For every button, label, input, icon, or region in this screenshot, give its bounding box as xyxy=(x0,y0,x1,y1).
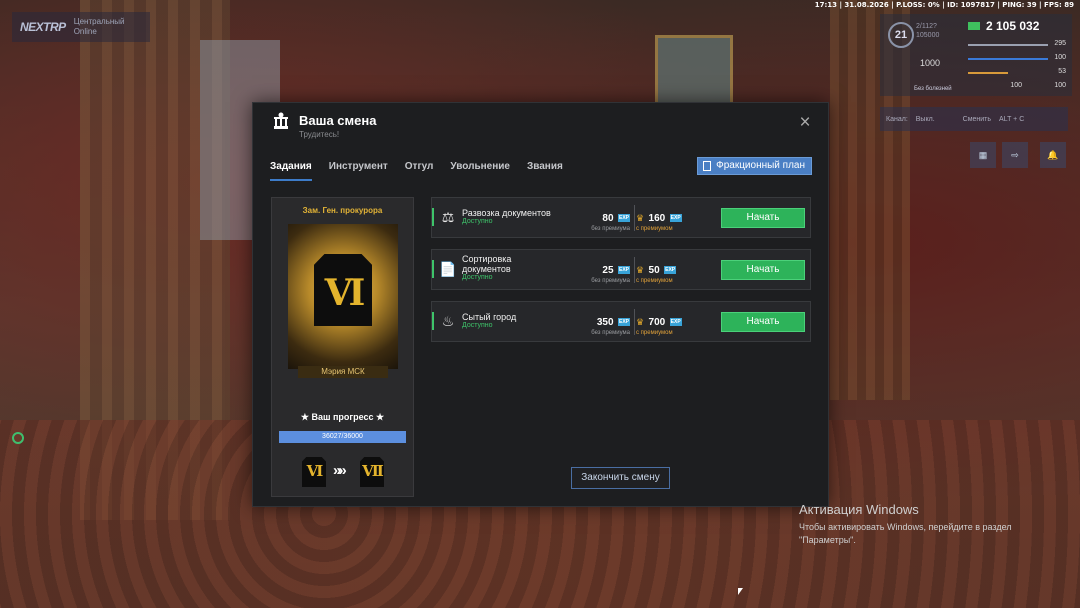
exp-premium: ♛ 50 EXP с премиумом xyxy=(636,265,677,284)
health-label: Без болезней xyxy=(914,86,952,92)
channel-label: Канал: xyxy=(886,115,908,123)
tab-dayoff[interactable]: Отгул xyxy=(405,161,434,181)
hunger-bar xyxy=(968,58,1048,60)
delivery-icon: ⚖ xyxy=(441,209,455,225)
task-row: ⚖ Развозка документов Доступно 80 EXP бе… xyxy=(431,197,811,238)
progress-text: 36027/36000 xyxy=(322,433,363,440)
task-row: ♨ Сытый город Доступно 350 EXP без преми… xyxy=(431,301,811,342)
task-name: Сортировка документов Доступно xyxy=(462,254,532,282)
progress-bar: 36027/36000 xyxy=(279,431,406,443)
minimap-marker-icon xyxy=(12,432,24,444)
crown-icon: ♛ xyxy=(636,265,645,275)
thirst-bar xyxy=(968,72,1008,74)
hp-value: 1000 xyxy=(920,58,941,68)
start-button[interactable]: Начать xyxy=(721,260,805,280)
tab-resign[interactable]: Увольнение xyxy=(450,161,510,181)
progress-label: ★ Ваш прогресс ★ xyxy=(300,412,385,422)
faction-plan-button[interactable]: Фракционный план xyxy=(697,157,812,175)
painting xyxy=(655,35,733,105)
food-icon: ♨ xyxy=(441,313,455,329)
thirst-value: 53 xyxy=(1058,68,1066,75)
stat-b-value: 100 xyxy=(1054,82,1066,89)
armor-bar xyxy=(968,44,1048,46)
task-status: Доступно xyxy=(462,274,493,281)
server-info: Центральный Online xyxy=(74,17,125,37)
task-row: 📄 Сортировка документов Доступно 25 EXP … xyxy=(431,249,811,290)
server-logo: NEXTRP Центральный Online xyxy=(12,12,150,42)
divider xyxy=(634,257,635,283)
tab-ranks[interactable]: Звания xyxy=(527,161,563,181)
faction-plan-label: Фракционный план xyxy=(716,160,805,171)
voice-channel[interactable]: Канал: Выкл. Сменить ALT + C xyxy=(880,107,1068,131)
rank-organization: Мэрия МСК xyxy=(298,366,388,378)
stat-a-value: 100 xyxy=(1010,82,1022,89)
shift-modal: Ваша смена Трудитесь! × Задания Инструме… xyxy=(252,102,829,507)
exp-chip: EXP xyxy=(617,214,630,222)
mouse-cursor-icon xyxy=(738,588,743,595)
watermark-text: Чтобы активировать Windows, перейдите в … xyxy=(799,522,1012,545)
task-name: Развозка документов Доступно xyxy=(462,208,572,226)
next-rank-icon: VII xyxy=(360,457,384,487)
modal-title: Ваша смена xyxy=(299,113,377,128)
server-online: Online xyxy=(73,27,97,36)
documents-icon: 📄 xyxy=(439,261,457,277)
server-name: Центральный xyxy=(73,17,125,26)
rank-tag-icon: VI xyxy=(314,254,372,326)
modal-subtitle: Трудитесь! xyxy=(299,130,340,139)
rank-card: Зам. Ген. прокурора VI Мэрия МСК ★ Ваш п… xyxy=(271,197,414,497)
task-status: Доступно xyxy=(462,218,493,225)
exp-base: 350 EXP без премиума xyxy=(591,317,630,336)
exp-premium: ♛ 160 EXP с премиумом xyxy=(636,213,682,232)
player-stats-panel: 21 2/112? 105000 2 105 032 295 100 53 10… xyxy=(880,14,1072,96)
tab-tasks[interactable]: Задания xyxy=(270,161,312,181)
rank-title: Зам. Ген. прокурора xyxy=(302,206,383,215)
exp-base: 25 EXP без премиума xyxy=(591,265,630,284)
exp-premium: ♛ 700 EXP с премиумом xyxy=(636,317,682,336)
current-rank-icon: VI xyxy=(302,457,326,487)
channel-switch: Сменить xyxy=(962,115,992,123)
crown-icon: ♛ xyxy=(636,213,645,223)
level-badge: 21 xyxy=(888,22,914,48)
tab-bar: Задания Инструмент Отгул Увольнение Зван… xyxy=(270,161,563,181)
brand-logo: NEXTRP xyxy=(20,20,66,34)
watermark-heading: Активация Windows xyxy=(799,502,919,517)
exp-base: 80 EXP без премиума xyxy=(591,213,630,232)
crown-icon: ♛ xyxy=(636,317,645,327)
start-button[interactable]: Начать xyxy=(721,312,805,332)
modal-header: Ваша смена Трудитесь! xyxy=(271,111,376,139)
windows-activation-watermark: Активация Windows Чтобы активировать Win… xyxy=(799,502,1012,547)
close-icon[interactable]: × xyxy=(796,113,814,133)
channel-keys: ALT + C xyxy=(999,115,1025,123)
calendar-icon[interactable]: ▦ xyxy=(970,142,996,168)
task-status: Доступно xyxy=(462,322,493,329)
phone-icon[interactable]: ⇨ xyxy=(1002,142,1028,168)
divider xyxy=(634,205,635,231)
task-name: Сытый город Доступно xyxy=(462,312,572,330)
tab-tools[interactable]: Инструмент xyxy=(329,161,388,181)
document-icon xyxy=(703,161,712,171)
rank-image: VI xyxy=(288,224,398,369)
hunger-value: 100 xyxy=(1054,54,1066,61)
finish-shift-button[interactable]: Закончить смену xyxy=(571,467,670,489)
bell-icon[interactable]: 🔔 xyxy=(1040,142,1066,168)
rank-numeral: VI xyxy=(324,272,366,314)
task-list: ⚖ Развозка документов Доступно 80 EXP бе… xyxy=(431,197,811,353)
government-building-icon xyxy=(274,112,288,129)
divider xyxy=(634,309,635,335)
channel-value: Выкл. xyxy=(915,115,935,123)
arrows-icon: »» xyxy=(333,462,347,479)
exp-readout: 2/112? 105000 xyxy=(916,23,940,39)
money-value: 2 105 032 xyxy=(968,19,1039,33)
start-button[interactable]: Начать xyxy=(721,208,805,228)
status-line: 17:13 | 31.08.2026 | P.LOSS: 0% | ID: 10… xyxy=(814,1,1074,9)
armor-value: 295 xyxy=(1054,40,1066,47)
